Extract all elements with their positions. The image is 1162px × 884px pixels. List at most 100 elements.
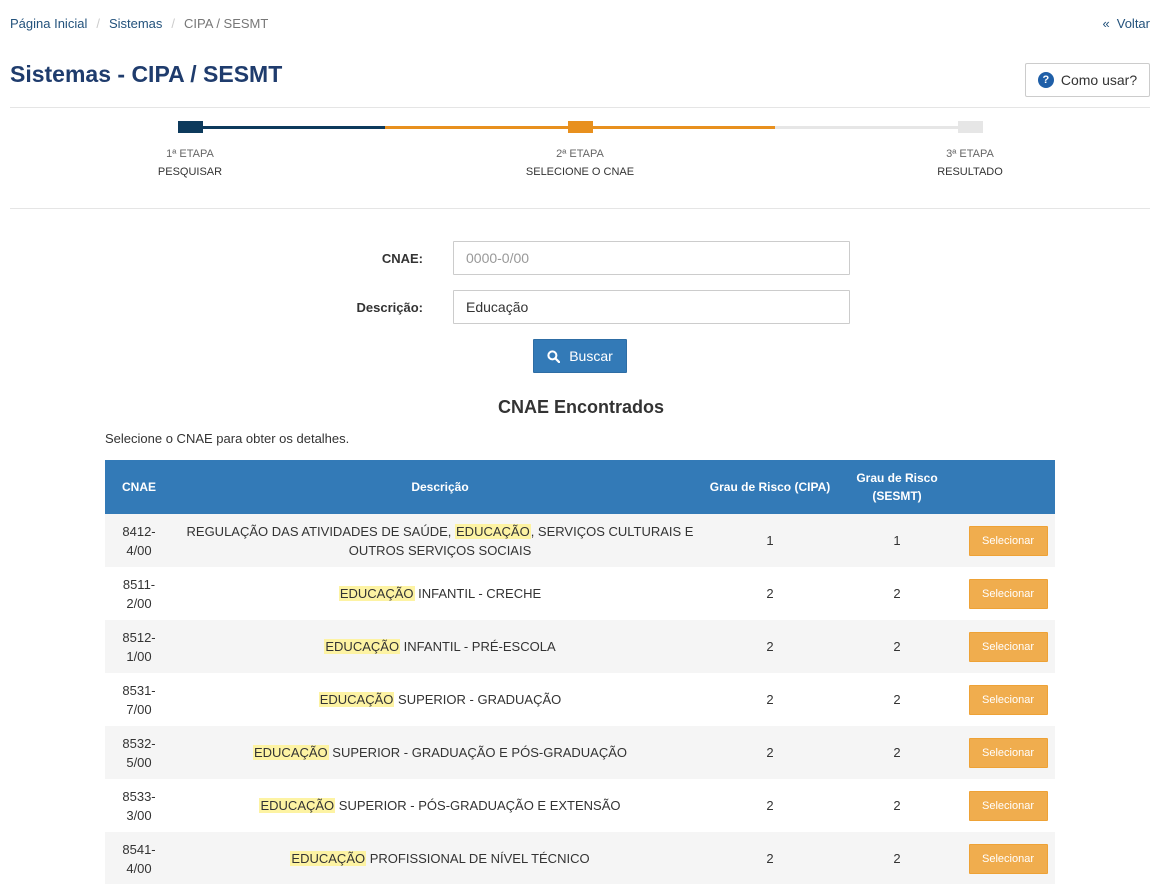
cnae-code-cell: 8412- 4/00: [105, 514, 173, 567]
cnae-code-part: 3/00: [126, 807, 152, 823]
step-marker-1: [178, 121, 203, 133]
divider: [10, 208, 1150, 209]
step-number: 2ª ETAPA: [556, 148, 604, 160]
results-subtitle: Selecione o CNAE para obter os detalhes.: [105, 431, 350, 446]
search-highlight: EDUCAÇÃO: [318, 692, 395, 707]
select-button[interactable]: Selecionar: [968, 578, 1048, 609]
progress-stepper: 1ª ETAPA PESQUISAR 2ª ETAPA SELECIONE O …: [0, 118, 1162, 188]
table-row: 8532- 5/00 EDUCAÇÃO SUPERIOR - GRADUAÇÃO E…: [105, 726, 1055, 779]
risk-sesmt-cell: 2: [893, 851, 901, 866]
risk-cipa-cell: 1: [766, 533, 774, 548]
action-cell: Selecionar: [961, 673, 1055, 726]
table-row: 8412- 4/00 REGULAÇÃO DAS ATIVIDADES DE SAÚ…: [105, 514, 1055, 567]
description-text: REGULAÇÃO DAS ATIVIDADES DE SAÚDE,: [186, 523, 456, 539]
cnae-code-part: 8541-: [122, 841, 156, 857]
search-highlight: EDUCAÇÃO: [338, 586, 415, 601]
risk-sesmt-cell: 2: [893, 798, 901, 813]
step-marker-2: [568, 121, 593, 133]
risk-cipa-cell: 2: [766, 798, 774, 813]
column-header-risk-cipa: Grau de Risco (CIPA): [709, 480, 831, 494]
back-label: Voltar: [1116, 16, 1150, 31]
description-cell: EDUCAÇÃO INFANTIL - PRÉ-ESCOLA: [173, 620, 707, 673]
step-label: RESULTADO: [937, 166, 1003, 178]
results-table: CNAE Descrição Grau de Risco (CIPA) Grau…: [105, 460, 1055, 884]
cnae-code-part: 4/00: [126, 542, 152, 558]
search-highlight: EDUCAÇÃO: [290, 851, 367, 866]
description-cell: EDUCAÇÃO SUPERIOR - GRADUAÇÃO: [173, 673, 707, 726]
back-link[interactable]: « Voltar: [1103, 16, 1150, 31]
description-input[interactable]: [453, 290, 850, 324]
double-chevron-left-icon: «: [1102, 16, 1110, 31]
description-cell: REGULAÇÃO DAS ATIVIDADES DE SAÚDE, EDUCA…: [173, 514, 707, 567]
cnae-code-part: 8412-: [122, 523, 156, 539]
risk-sesmt-cell: 2: [893, 745, 901, 760]
select-button[interactable]: Selecionar: [968, 525, 1048, 556]
step-number: 3ª ETAPA: [946, 148, 994, 160]
cnae-code-cell: 8531- 7/00: [105, 673, 173, 726]
cnae-code-part: 8532-: [122, 735, 156, 751]
help-button[interactable]: ? Como usar?: [1025, 63, 1150, 97]
table-row: 8533- 3/00 EDUCAÇÃO SUPERIOR - PÓS-GRADUAÇ…: [105, 779, 1055, 832]
select-button[interactable]: Selecionar: [968, 684, 1048, 715]
step-label: PESQUISAR: [157, 166, 223, 178]
divider: [10, 107, 1150, 108]
action-cell: Selecionar: [961, 567, 1055, 620]
risk-cipa-cell: 2: [766, 639, 774, 654]
column-header-cnae: CNAE: [121, 480, 156, 494]
action-cell: Selecionar: [961, 832, 1055, 884]
search-highlight: EDUCAÇÃO: [455, 523, 531, 539]
question-circle-icon: ?: [1037, 72, 1054, 88]
search-button[interactable]: Buscar: [533, 339, 627, 373]
cnae-code-cell: 8541- 4/00: [105, 832, 173, 884]
breadcrumb-separator: /: [96, 16, 100, 31]
cnae-code-cell: 8512- 1/00: [105, 620, 173, 673]
help-label: Como usar?: [1060, 72, 1138, 88]
risk-sesmt-cell: 2: [893, 639, 901, 654]
cnae-input[interactable]: [453, 241, 850, 275]
cnae-code-part: 5/00: [126, 754, 152, 770]
description-text: SUPERIOR - GRADUAÇÃO E PÓS-GRADUAÇÃO: [328, 745, 627, 760]
risk-cipa-cell: 2: [766, 851, 774, 866]
action-cell: Selecionar: [961, 726, 1055, 779]
description-text: SUPERIOR - PÓS-GRADUAÇÃO E EXTENSÃO: [335, 798, 621, 813]
column-header-risk-sesmt: Grau de Risco (SESMT): [856, 471, 938, 503]
action-cell: Selecionar: [961, 779, 1055, 832]
search-highlight: EDUCAÇÃO: [259, 798, 336, 813]
cnae-code-part: 8511-: [122, 576, 156, 592]
column-header-action: [961, 460, 1055, 514]
table-row: 8531- 7/00 EDUCAÇÃO SUPERIOR - GRADUAÇÃO 2 2…: [105, 673, 1055, 726]
select-button[interactable]: Selecionar: [968, 843, 1048, 874]
cnae-label: CNAE:: [381, 251, 423, 266]
description-cell: EDUCAÇÃO PROFISSIONAL DE NÍVEL TÉCNICO: [173, 832, 707, 884]
step-track-pending: [775, 126, 970, 129]
cnae-code-part: 2/00: [126, 595, 152, 611]
select-button[interactable]: Selecionar: [968, 631, 1048, 662]
description-cell: EDUCAÇÃO SUPERIOR - PÓS-GRADUAÇÃO E EXTE…: [173, 779, 707, 832]
step-2: 2ª ETAPA SELECIONE O CNAE: [500, 145, 660, 181]
risk-sesmt-cell: 2: [893, 586, 901, 601]
action-cell: Selecionar: [961, 514, 1055, 567]
select-button[interactable]: Selecionar: [968, 737, 1048, 768]
description-text: INFANTIL - CRECHE: [414, 586, 542, 601]
breadcrumb-systems-link[interactable]: Sistemas: [109, 16, 162, 31]
step-1: 1ª ETAPA PESQUISAR: [110, 145, 270, 181]
action-cell: Selecionar: [961, 620, 1055, 673]
column-header-description: Descrição: [411, 480, 469, 494]
risk-sesmt-cell: 2: [893, 692, 901, 707]
step-marker-3: [958, 121, 983, 133]
breadcrumb-home-link[interactable]: Página Inicial: [10, 16, 87, 31]
results-title: CNAE Encontrados: [497, 397, 665, 417]
search-icon: [547, 349, 561, 363]
step-3: 3ª ETAPA RESULTADO: [890, 145, 1050, 181]
search-highlight: EDUCAÇÃO: [324, 639, 401, 654]
cnae-code-part: 7/00: [126, 701, 152, 717]
search-button-label: Buscar: [569, 348, 613, 364]
table-row: 8512- 1/00 EDUCAÇÃO INFANTIL - PRÉ-ESCOLA 2…: [105, 620, 1055, 673]
search-highlight: EDUCAÇÃO: [252, 745, 329, 760]
select-button[interactable]: Selecionar: [968, 790, 1048, 821]
cnae-code-part: 1/00: [126, 648, 152, 664]
table-row: 8541- 4/00 EDUCAÇÃO PROFISSIONAL DE NÍVEL …: [105, 832, 1055, 884]
cnae-code-cell: 8511- 2/00: [105, 567, 173, 620]
description-label: Descrição:: [356, 300, 423, 315]
risk-cipa-cell: 2: [766, 692, 774, 707]
